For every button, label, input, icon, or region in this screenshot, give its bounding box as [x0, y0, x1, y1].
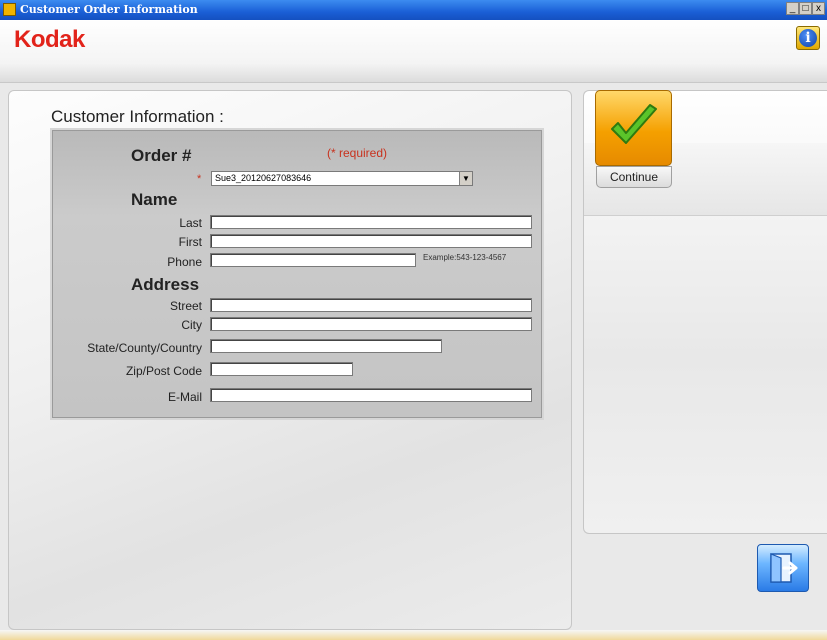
email-label: E-Mail: [167, 390, 202, 404]
city-input[interactable]: [210, 317, 532, 331]
checkmark-icon: [611, 104, 657, 144]
first-label: First: [178, 235, 202, 249]
street-label: Street: [169, 299, 202, 313]
order-number-select[interactable]: Sue3_20120627083646 ▼: [211, 171, 473, 186]
bottom-bar: [0, 630, 827, 640]
phone-example: Example:543-123-4567: [423, 253, 507, 262]
kodak-logo: Kodak: [14, 26, 85, 53]
close-button[interactable]: x: [812, 2, 825, 15]
zip-input[interactable]: [210, 362, 353, 376]
street-input[interactable]: [210, 298, 532, 312]
exit-button[interactable]: [757, 544, 809, 592]
minimize-button[interactable]: _: [786, 2, 799, 15]
required-marker: *: [197, 173, 202, 185]
exit-door-icon: [770, 553, 798, 583]
first-name-input[interactable]: [210, 234, 532, 248]
phone-input[interactable]: [210, 253, 416, 267]
section-title: Customer Information :: [51, 107, 224, 126]
required-note: (* required): [327, 146, 388, 160]
phone-label: Phone: [167, 255, 202, 269]
email-input[interactable]: [210, 388, 532, 402]
address-heading: Address: [131, 275, 200, 294]
order-number-value: Sue3_20120627083646: [215, 173, 312, 183]
info-icon: i: [799, 29, 817, 47]
name-heading: Name: [131, 190, 178, 209]
maximize-button[interactable]: □: [799, 2, 812, 15]
title-bar: Customer Order Information _ □ x: [0, 0, 827, 20]
window-title: Customer Order Information: [20, 3, 198, 16]
last-name-input[interactable]: [210, 215, 532, 229]
window-controls: _ □ x: [786, 2, 825, 15]
app-header: [0, 20, 827, 83]
continue-button[interactable]: [595, 90, 672, 166]
order-label: Order #: [131, 146, 192, 165]
state-input[interactable]: [210, 339, 442, 353]
state-label: State/County/Country: [87, 341, 202, 355]
zip-label: Zip/Post Code: [125, 364, 202, 378]
city-label: City: [181, 318, 202, 332]
continue-label[interactable]: Continue: [596, 166, 672, 188]
last-label: Last: [179, 216, 202, 230]
info-button[interactable]: i: [796, 26, 820, 50]
app-icon: [3, 3, 16, 16]
chevron-down-icon[interactable]: ▼: [459, 172, 472, 185]
